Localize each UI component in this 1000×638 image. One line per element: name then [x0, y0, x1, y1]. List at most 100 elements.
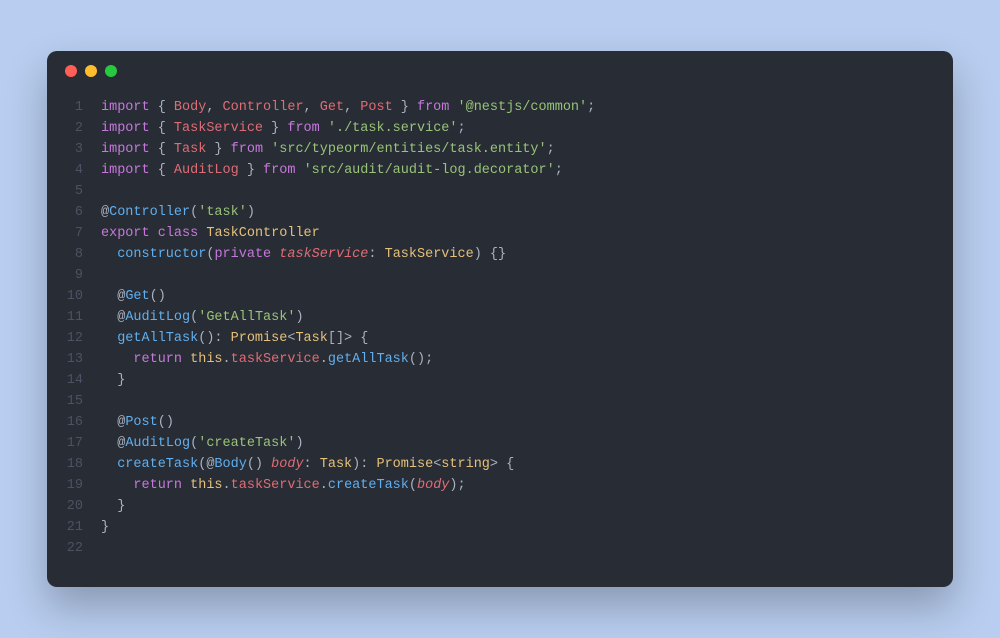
token: this	[190, 478, 222, 493]
token: > {	[490, 457, 514, 472]
token	[449, 100, 457, 115]
line-number: 7	[47, 223, 101, 244]
code-content[interactable]: getAllTask(): Promise<Task[]> {	[101, 328, 953, 349]
token: './task.service'	[328, 121, 458, 136]
token: createTask	[117, 457, 198, 472]
token: }	[101, 499, 125, 514]
token: (@	[198, 457, 214, 472]
token: ():	[198, 331, 230, 346]
code-line[interactable]: 2import { TaskService } from './task.ser…	[47, 118, 953, 139]
code-content[interactable]	[101, 181, 953, 202]
token: ,	[304, 100, 320, 115]
code-content[interactable]: import { AuditLog } from 'src/audit/audi…	[101, 160, 953, 181]
line-number: 9	[47, 265, 101, 286]
token	[295, 163, 303, 178]
code-line[interactable]: 13 return this.taskService.getAllTask();	[47, 349, 953, 370]
token: class	[158, 226, 199, 241]
token: TaskService	[174, 121, 263, 136]
code-line[interactable]: 4import { AuditLog } from 'src/audit/aud…	[47, 160, 953, 181]
token: this	[190, 352, 222, 367]
token: {	[150, 121, 174, 136]
code-content[interactable]	[101, 538, 953, 559]
line-number: 10	[47, 286, 101, 307]
token: (	[409, 478, 417, 493]
code-line[interactable]: 20 }	[47, 496, 953, 517]
code-content[interactable]: }	[101, 370, 953, 391]
token: @	[101, 415, 125, 430]
token: )	[247, 205, 255, 220]
window-titlebar	[47, 51, 953, 91]
code-content[interactable]: }	[101, 496, 953, 517]
line-number: 5	[47, 181, 101, 202]
token: from	[263, 163, 295, 178]
maximize-icon[interactable]	[105, 65, 117, 77]
code-content[interactable]: }	[101, 517, 953, 538]
token: 'task'	[198, 205, 247, 220]
minimize-icon[interactable]	[85, 65, 97, 77]
line-number: 21	[47, 517, 101, 538]
code-content[interactable]: export class TaskController	[101, 223, 953, 244]
line-number: 11	[47, 307, 101, 328]
line-number: 20	[47, 496, 101, 517]
code-line[interactable]: 21}	[47, 517, 953, 538]
code-line[interactable]: 6@Controller('task')	[47, 202, 953, 223]
code-line[interactable]: 8 constructor(private taskService: TaskS…	[47, 244, 953, 265]
code-line[interactable]: 15	[47, 391, 953, 412]
code-line[interactable]: 12 getAllTask(): Promise<Task[]> {	[47, 328, 953, 349]
code-content[interactable]: import { Body, Controller, Get, Post } f…	[101, 97, 953, 118]
token: Promise	[231, 331, 288, 346]
code-line[interactable]: 14 }	[47, 370, 953, 391]
close-icon[interactable]	[65, 65, 77, 77]
line-number: 6	[47, 202, 101, 223]
code-line[interactable]: 3import { Task } from 'src/typeorm/entit…	[47, 139, 953, 160]
code-content[interactable]	[101, 265, 953, 286]
token: ):	[352, 457, 376, 472]
code-line[interactable]: 18 createTask(@Body() body: Task): Promi…	[47, 454, 953, 475]
token: Get	[320, 100, 344, 115]
code-content[interactable]: @Post()	[101, 412, 953, 433]
code-line[interactable]: 10 @Get()	[47, 286, 953, 307]
token: ()	[247, 457, 271, 472]
token: import	[101, 121, 150, 136]
line-number: 19	[47, 475, 101, 496]
code-content[interactable]: @Controller('task')	[101, 202, 953, 223]
line-number: 18	[47, 454, 101, 475]
code-content[interactable]: return this.taskService.getAllTask();	[101, 349, 953, 370]
code-line[interactable]: 1import { Body, Controller, Get, Post } …	[47, 97, 953, 118]
code-content[interactable]: @Get()	[101, 286, 953, 307]
line-number: 3	[47, 139, 101, 160]
code-line[interactable]: 7export class TaskController	[47, 223, 953, 244]
token: {	[150, 163, 174, 178]
code-content[interactable]: import { Task } from 'src/typeorm/entiti…	[101, 139, 953, 160]
token	[150, 226, 158, 241]
code-line[interactable]: 19 return this.taskService.createTask(bo…	[47, 475, 953, 496]
token: }	[101, 373, 125, 388]
token: TaskService	[385, 247, 474, 262]
code-content[interactable]: @AuditLog('createTask')	[101, 433, 953, 454]
code-content[interactable]: return this.taskService.createTask(body)…	[101, 475, 953, 496]
token: :	[304, 457, 320, 472]
token: }	[101, 520, 109, 535]
code-line[interactable]: 22	[47, 538, 953, 559]
token: Body	[174, 100, 206, 115]
token: }	[206, 142, 230, 157]
code-content[interactable]: createTask(@Body() body: Task): Promise<…	[101, 454, 953, 475]
token: }	[263, 121, 287, 136]
code-line[interactable]: 17 @AuditLog('createTask')	[47, 433, 953, 454]
token: private	[214, 247, 271, 262]
code-content[interactable]: import { TaskService } from './task.serv…	[101, 118, 953, 139]
code-content[interactable]: constructor(private taskService: TaskSer…	[101, 244, 953, 265]
code-line[interactable]: 9	[47, 265, 953, 286]
code-line[interactable]: 16 @Post()	[47, 412, 953, 433]
code-content[interactable]: @AuditLog('GetAllTask')	[101, 307, 953, 328]
token: .	[320, 478, 328, 493]
token: .	[320, 352, 328, 367]
token: .	[223, 478, 231, 493]
code-area[interactable]: 1import { Body, Controller, Get, Post } …	[47, 91, 953, 559]
token	[101, 478, 133, 493]
code-line[interactable]: 11 @AuditLog('GetAllTask')	[47, 307, 953, 328]
code-line[interactable]: 5	[47, 181, 953, 202]
token: '@nestjs/common'	[458, 100, 588, 115]
code-editor-window: 1import { Body, Controller, Get, Post } …	[47, 51, 953, 587]
code-content[interactable]	[101, 391, 953, 412]
